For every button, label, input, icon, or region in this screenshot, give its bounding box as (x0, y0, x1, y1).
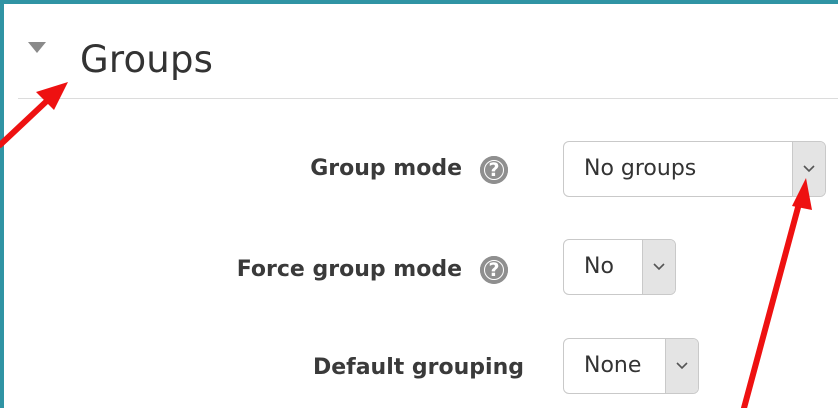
force-group-mode-select[interactable]: No (563, 239, 676, 295)
force-group-mode-label: Force group mode (236, 257, 462, 282)
default-grouping-value: None (584, 353, 642, 378)
section-title[interactable]: Groups (80, 38, 213, 81)
chevron-down-icon[interactable] (792, 142, 825, 196)
chevron-down-icon[interactable] (665, 339, 698, 393)
chevron-down-icon[interactable] (642, 240, 675, 294)
force-group-mode-value: No (584, 254, 614, 279)
group-mode-label: Group mode (310, 156, 462, 181)
triangle-down-icon[interactable] (28, 42, 46, 53)
default-grouping-label: Default grouping (312, 355, 524, 380)
question-circle-icon[interactable]: ? (480, 256, 508, 284)
group-mode-value: No groups (584, 156, 697, 181)
default-grouping-select[interactable]: None (563, 338, 699, 394)
group-mode-select[interactable]: No groups (563, 141, 826, 197)
question-circle-icon[interactable]: ? (480, 156, 508, 184)
